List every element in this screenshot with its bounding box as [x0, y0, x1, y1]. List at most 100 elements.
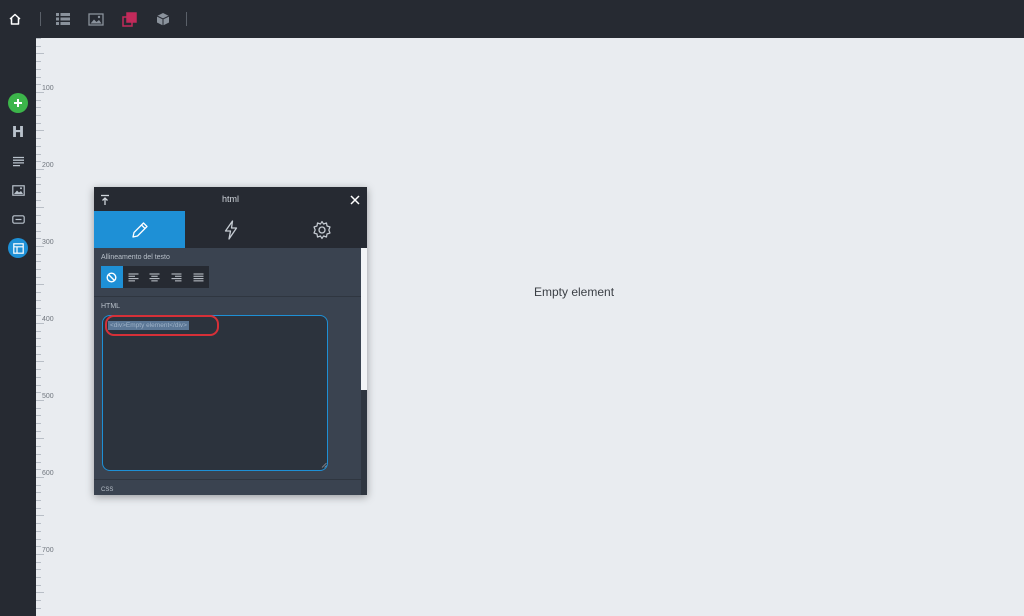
annotation-highlight-ring [105, 315, 219, 336]
ruler-tick [36, 461, 41, 463]
ruler-tick [36, 292, 41, 294]
ruler-tick [36, 61, 41, 63]
ruler-tick [36, 376, 41, 378]
ruler-tick [36, 107, 41, 109]
ruler-tick [36, 361, 44, 363]
ruler-tick [36, 476, 44, 478]
ruler-tick [36, 38, 41, 39]
paragraph-icon[interactable] [5, 150, 31, 172]
ruler-tick [36, 584, 41, 586]
ruler-tick [36, 307, 41, 309]
image-icon[interactable] [5, 179, 31, 201]
ruler-tick [36, 469, 41, 471]
ruler-tick [36, 384, 41, 386]
ruler-tick [36, 215, 41, 217]
layout-icon[interactable] [5, 237, 31, 259]
close-icon[interactable] [349, 193, 361, 205]
ruler-tick [36, 392, 41, 394]
ruler-tick [36, 330, 41, 332]
align-right-icon[interactable] [166, 266, 188, 288]
ruler-tick [36, 153, 41, 155]
ruler-label: 100 [42, 85, 54, 92]
ruler-tick [36, 353, 41, 355]
ruler-tick [36, 122, 41, 124]
top-toolbar [0, 0, 1024, 38]
panel-title: html [221, 194, 239, 204]
ruler-tick [36, 538, 41, 540]
ruler-tick [36, 322, 44, 324]
ruler-label: 600 [42, 470, 54, 477]
ruler-tick [36, 407, 41, 409]
ruler-tick [36, 53, 44, 55]
ruler-tick [36, 284, 44, 286]
heading-icon[interactable]: H [5, 121, 31, 143]
gear-icon[interactable] [276, 211, 367, 248]
ruler-tick [36, 500, 41, 501]
ruler-label: 400 [42, 316, 54, 323]
ruler-tick [36, 261, 41, 263]
ruler-tick [36, 276, 41, 278]
toolbar-separator [40, 12, 41, 26]
ruler-tick [36, 45, 41, 47]
ruler-tick [36, 145, 41, 147]
panel-scrollbar-thumb[interactable] [361, 248, 367, 390]
ruler-tick [36, 138, 41, 140]
home-icon[interactable] [3, 7, 27, 31]
align-justify-icon[interactable] [187, 266, 209, 288]
layers-icon[interactable] [118, 7, 142, 31]
ruler-tick [36, 553, 44, 555]
button-icon[interactable] [5, 208, 31, 230]
ruler-tick [36, 369, 41, 371]
ruler-tick [36, 530, 41, 532]
add-icon[interactable] [5, 92, 31, 114]
ruler-tick [36, 523, 41, 525]
ruler-label: 300 [42, 239, 54, 246]
align-left-icon[interactable] [123, 266, 145, 288]
ruler-tick [36, 115, 41, 116]
pencil-icon[interactable] [94, 211, 185, 248]
ruler-tick [36, 68, 41, 70]
align-none-icon[interactable] [101, 266, 123, 288]
ruler-tick [36, 453, 41, 455]
ruler-tick [36, 338, 41, 340]
text-alignment-group [101, 266, 209, 288]
ruler-tick [36, 245, 44, 247]
html-settings-panel: html Allineamento del testo HTML <div>Em… [94, 187, 367, 495]
left-sidebar: H [0, 38, 36, 616]
bolt-icon[interactable] [185, 211, 276, 248]
list-icon[interactable] [51, 7, 75, 31]
panel-header[interactable]: html [94, 187, 367, 211]
canvas-element-text[interactable]: Empty element [534, 285, 614, 299]
ruler-tick [36, 192, 41, 193]
ruler-tick [36, 415, 41, 417]
ruler-tick [36, 515, 44, 517]
ruler-tick [36, 607, 41, 609]
text-alignment-label: Allineamento del testo [101, 254, 170, 261]
ruler-tick [36, 438, 44, 440]
ruler-tick [36, 430, 41, 432]
ruler-tick [36, 91, 44, 93]
ruler-label: 700 [42, 547, 54, 554]
ruler-tick [36, 222, 41, 224]
css-label: CSS [101, 487, 114, 493]
pin-icon[interactable] [99, 193, 111, 205]
align-center-icon[interactable] [144, 266, 166, 288]
ruler-tick [36, 269, 41, 270]
ruler-tick [36, 99, 41, 101]
image-gallery-icon[interactable] [84, 7, 108, 31]
ruler-label: 500 [42, 393, 54, 400]
ruler-tick [36, 577, 41, 578]
ruler-tick [36, 168, 44, 170]
ruler-tick [36, 399, 44, 401]
toolbar-separator [186, 12, 187, 26]
html-label: HTML [101, 303, 121, 310]
ruler-tick [36, 484, 41, 486]
ruler-tick [36, 184, 41, 186]
resize-handle-icon[interactable] [321, 462, 327, 468]
html-code-textarea[interactable]: <div>Empty element</div> [102, 315, 328, 471]
ruler-tick [36, 423, 41, 424]
ruler-tick [36, 299, 41, 301]
ruler-tick [36, 569, 41, 571]
ruler-tick [36, 446, 41, 448]
cube-icon[interactable] [151, 7, 175, 31]
